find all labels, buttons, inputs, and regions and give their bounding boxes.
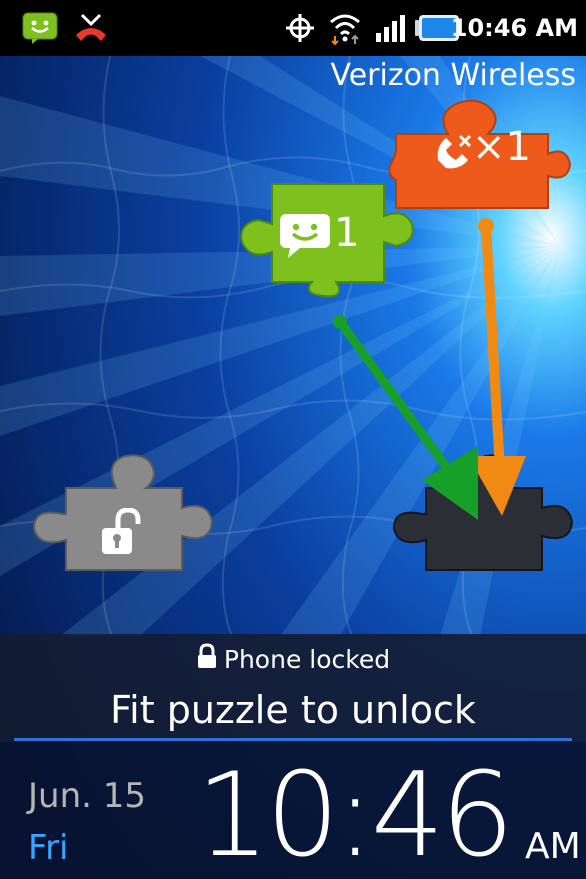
signal-bars-icon <box>374 8 408 48</box>
status-bar: 10:46 AM <box>0 0 586 56</box>
unlock-instruction: Fit puzzle to unlock <box>110 688 476 732</box>
missed-call-icon <box>74 8 108 48</box>
divider <box>14 738 572 741</box>
missed-call-count: ×1 <box>472 124 531 170</box>
unlock-padlock-icon <box>98 507 142 556</box>
status-time: 10:46 AM <box>450 14 578 42</box>
gps-icon <box>285 8 315 48</box>
messaging-icon <box>22 8 58 48</box>
lock-icon <box>196 643 218 675</box>
carrier-name: Verizon Wireless <box>330 58 577 93</box>
lock-screen: 10:46 AM Verizon Wireless ×1 1 Phone loc… <box>0 0 586 879</box>
clock-time: 10:46 <box>196 748 514 879</box>
day-label: Fri <box>28 828 69 868</box>
drag-arrows <box>320 210 530 540</box>
wifi-icon <box>328 8 362 48</box>
date-label: Jun. 15 <box>28 776 147 816</box>
lock-status-text: Phone locked <box>223 644 391 674</box>
clock-ampm: AM <box>525 826 581 867</box>
lock-status-row: Phone locked <box>0 640 586 678</box>
missed-call-icon <box>432 130 476 174</box>
